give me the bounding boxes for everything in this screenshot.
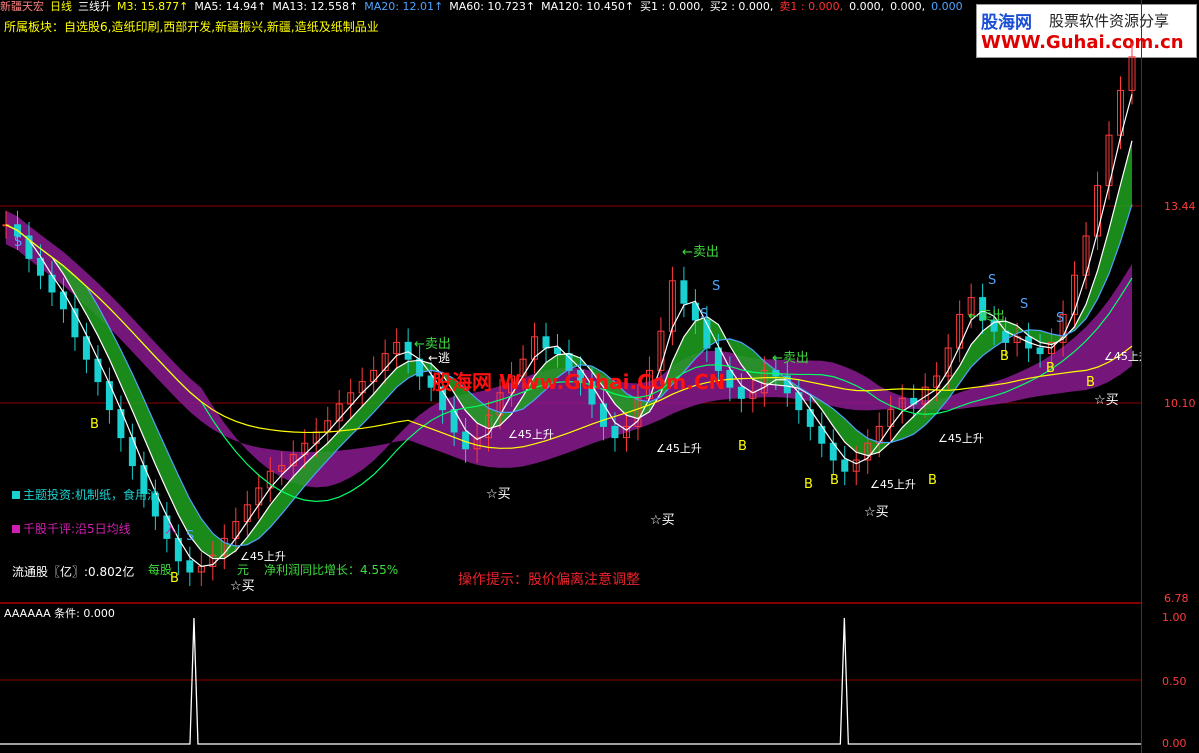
- axis-tick: 13.44: [1164, 200, 1196, 213]
- buy-signal: ☆买: [1094, 393, 1119, 408]
- buy-signal-b: B: [1086, 375, 1095, 390]
- escape-signal: ←逃: [428, 351, 450, 365]
- axis-tick: 10.10: [1164, 397, 1196, 410]
- buy-signal-b: B: [928, 473, 937, 488]
- theme-marker-icon: [12, 491, 20, 499]
- buy-signal: ☆买: [486, 487, 511, 502]
- candle-body: [737, 386, 745, 399]
- buy-signal-b: B: [1046, 361, 1055, 376]
- sell-signal-s: S: [1056, 311, 1064, 326]
- buy-signal: ☆买: [650, 513, 675, 528]
- eps-label: 每股: [148, 563, 173, 577]
- up45-signal: ∠45上升: [1104, 350, 1141, 363]
- sell-signal-s: S: [186, 529, 194, 544]
- review-marker-icon: [12, 525, 20, 533]
- sell-signal-s: S: [988, 273, 996, 288]
- candle-body: [542, 336, 550, 349]
- condition-line: [0, 617, 1141, 745]
- sell-signal: ←卖出: [414, 337, 451, 352]
- candle-body: [105, 381, 113, 411]
- operation-tip: 操作提示：股价偏离注意调整: [458, 572, 640, 588]
- theme-investment: 主题投资:机制纸，食用油: [12, 486, 159, 503]
- sub-axis-tick: 0.00: [1162, 737, 1187, 750]
- sell-signal: ←卖出: [968, 309, 1005, 324]
- sub-axis-tick: 0.50: [1162, 675, 1187, 688]
- sell-signal-s: S: [700, 307, 708, 322]
- sell-signal-s: S: [712, 279, 720, 294]
- sub-panel-title: AAAAAA 条件: 0.000: [4, 607, 115, 620]
- price-axis: 13.44 10.10 6.78 1.00 0.50 0.00: [1141, 0, 1199, 753]
- profit-growth: 净利润同比增长：4.55%: [264, 563, 399, 577]
- up45-signal: ∠45上升: [870, 478, 916, 491]
- float-shares: 流通股〖亿〗:0.802亿: [12, 565, 135, 579]
- buy-signal-b: B: [90, 417, 99, 432]
- sell-signal: ←卖出: [682, 245, 719, 260]
- eps-tail: 元: [237, 563, 250, 577]
- buy-signal: ☆买: [864, 505, 889, 520]
- sell-signal-s: S: [14, 235, 22, 250]
- candle-body: [1036, 347, 1044, 355]
- buy-signal-b: B: [830, 473, 839, 488]
- buy-signal-b: B: [738, 439, 747, 454]
- candle-body: [59, 291, 67, 310]
- candle-body: [680, 280, 688, 304]
- sell-signal-s: S: [1020, 297, 1028, 312]
- stock-review: 千股千评:沿5日均线入: [12, 520, 177, 537]
- sub-axis-tick: 1.00: [1162, 611, 1187, 624]
- candle-body: [404, 341, 412, 360]
- site-watermark: 股海网 Www.Guhai.Com.CN: [432, 370, 726, 394]
- up45-signal: ∠45上升: [508, 428, 554, 441]
- up45-signal: ∠45上升: [938, 432, 984, 445]
- candle-body: [186, 560, 194, 573]
- axis-tick: 6.78: [1164, 592, 1189, 605]
- up45-signal: ∠45上升: [656, 442, 702, 455]
- buy-signal-b: B: [1000, 349, 1009, 364]
- candle-body: [841, 459, 849, 472]
- candle-body: [611, 425, 619, 439]
- buy-signal-b: B: [804, 477, 813, 492]
- buy-signal: ☆买: [230, 579, 255, 594]
- sell-signal: ←卖出: [772, 351, 809, 366]
